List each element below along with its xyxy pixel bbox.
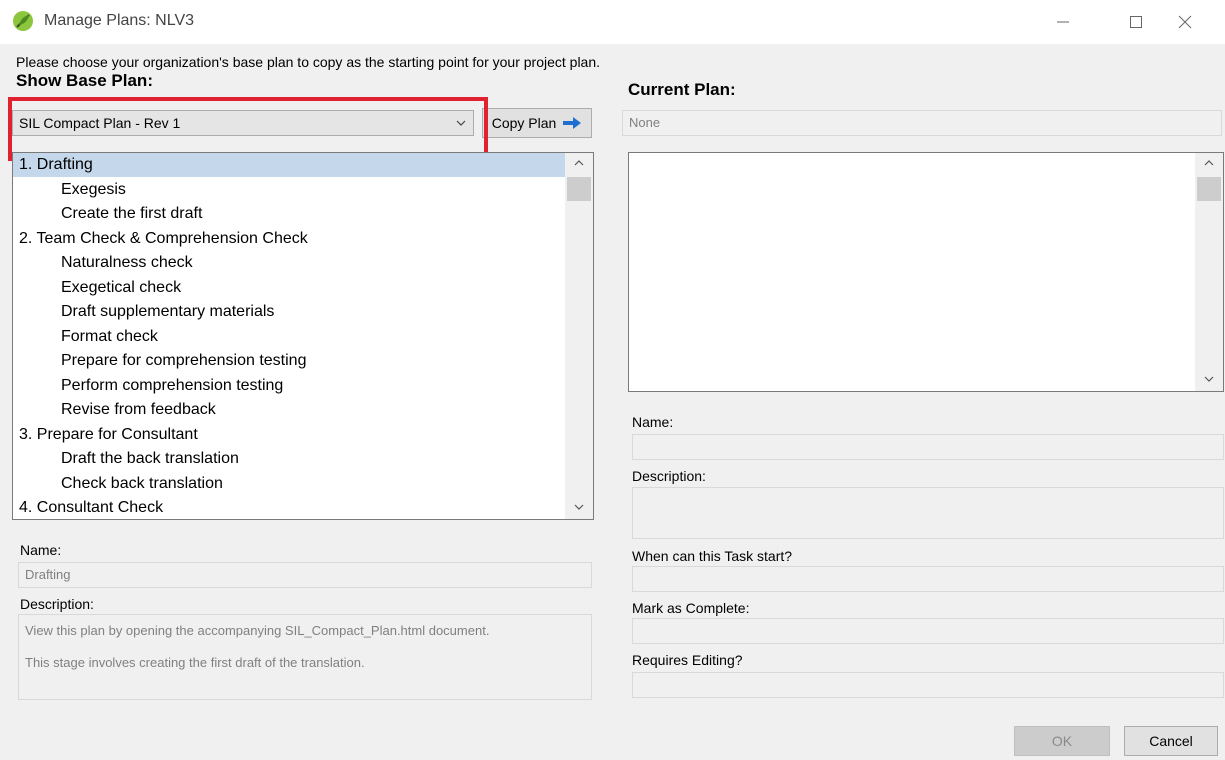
mark-complete-field[interactable] — [632, 618, 1224, 644]
copy-plan-label: Copy Plan — [491, 115, 557, 131]
current-plan-field: None — [622, 110, 1222, 136]
arrow-right-icon — [563, 117, 582, 129]
plan-stage-item[interactable]: 2. Team Check & Comprehension Check — [13, 227, 569, 251]
maximize-icon — [1130, 16, 1142, 28]
maximize-button[interactable] — [1113, 0, 1159, 44]
task-name-field[interactable] — [632, 434, 1224, 460]
scroll-up-icon[interactable] — [565, 153, 593, 175]
base-description-field[interactable]: View this plan by opening the accompanyi… — [18, 614, 592, 700]
plan-task-item[interactable]: Format check — [13, 325, 593, 349]
plan-task-item[interactable]: Create the first draft — [13, 202, 593, 226]
base-plan-scrollbar[interactable] — [565, 153, 593, 519]
base-name-value: Drafting — [25, 567, 71, 582]
task-name-label: Name: — [632, 414, 674, 430]
minimize-button[interactable] — [1040, 0, 1086, 44]
plan-task-item[interactable]: Exegesis — [13, 178, 593, 202]
instruction-text: Please choose your organization's base p… — [16, 54, 601, 70]
base-name-field[interactable]: Drafting — [18, 562, 592, 588]
scroll-down-icon[interactable] — [1195, 369, 1223, 391]
plan-task-item[interactable]: Draft supplementary materials — [13, 300, 593, 324]
scroll-up-icon[interactable] — [1195, 153, 1223, 175]
plan-stage-item[interactable]: 4. Consultant Check — [13, 496, 569, 519]
requires-editing-label: Requires Editing? — [632, 652, 743, 668]
plan-task-item[interactable]: Check back translation — [13, 472, 593, 496]
base-description-line: This stage involves creating the first d… — [25, 655, 365, 670]
scroll-thumb[interactable] — [1197, 177, 1221, 201]
plan-stage-item[interactable]: 3. Prepare for Consultant — [13, 423, 569, 447]
cancel-button[interactable]: Cancel — [1124, 726, 1218, 756]
copy-plan-button[interactable]: Copy Plan — [482, 108, 592, 138]
plan-task-item[interactable]: Naturalness check — [13, 251, 593, 275]
plan-task-item[interactable]: Perform comprehension testing — [13, 374, 593, 398]
scroll-down-icon[interactable] — [565, 497, 593, 519]
current-plan-scrollbar[interactable] — [1195, 153, 1223, 391]
current-plan-tree[interactable] — [628, 152, 1224, 392]
window-title: Manage Plans: NLV3 — [44, 12, 195, 29]
plan-task-item[interactable]: Revise from feedback — [13, 398, 593, 422]
task-description-label: Description: — [632, 468, 706, 484]
close-button[interactable] — [1162, 0, 1208, 44]
base-name-label: Name: — [20, 542, 62, 558]
show-base-plan-label: Show Base Plan: — [16, 71, 153, 90]
app-leaf-icon — [13, 11, 33, 31]
current-plan-label: Current Plan: — [628, 80, 736, 99]
task-description-field[interactable] — [632, 487, 1224, 539]
task-start-label: When can this Task start? — [632, 548, 793, 564]
plan-task-item[interactable]: Exegetical check — [13, 276, 593, 300]
scroll-thumb[interactable] — [567, 177, 591, 201]
base-description-line: View this plan by opening the accompanyi… — [25, 623, 490, 638]
ok-button[interactable]: OK — [1014, 726, 1110, 756]
current-plan-value: None — [629, 115, 661, 130]
base-plan-tree[interactable]: 1. Drafting Exegesis Create the first draf… — [12, 152, 594, 520]
base-description-label: Description: — [20, 596, 94, 612]
plan-stage-item[interactable]: 1. Drafting — [13, 153, 569, 177]
close-icon — [1178, 15, 1192, 29]
minimize-icon — [1057, 21, 1069, 23]
plan-task-item[interactable]: Draft the back translation — [13, 447, 593, 471]
mark-complete-label: Mark as Complete: — [632, 600, 750, 616]
plan-task-item[interactable]: Prepare for comprehension testing — [13, 349, 593, 373]
requires-editing-field[interactable] — [632, 672, 1224, 698]
task-start-field[interactable] — [632, 566, 1224, 592]
